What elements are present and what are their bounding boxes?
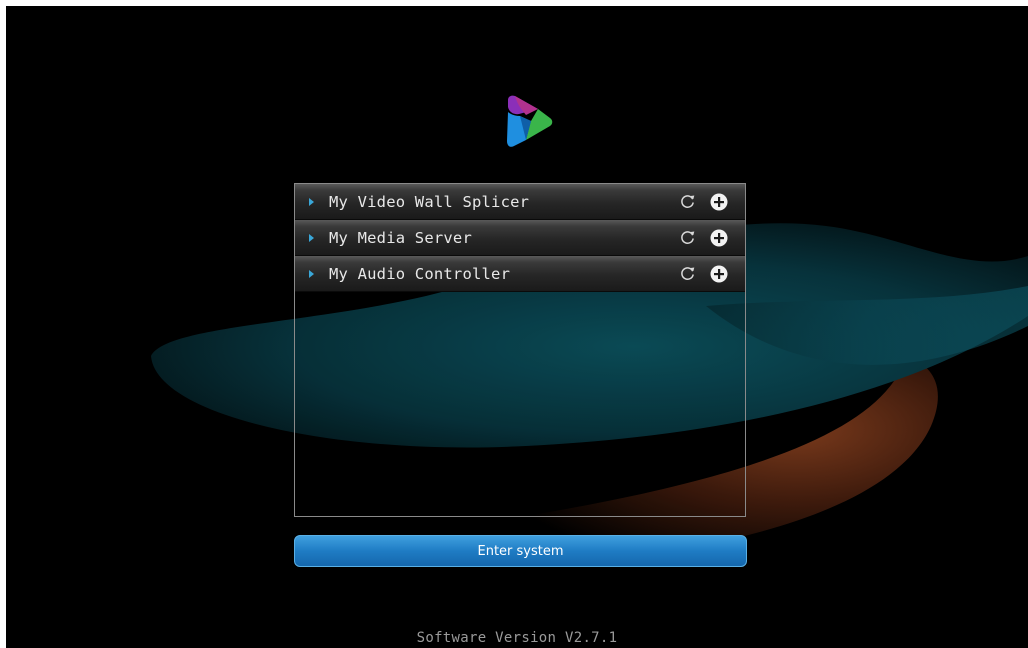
software-version-label: Software Version V2.7.1 <box>416 630 618 646</box>
enter-system-button[interactable]: Enter system <box>294 535 747 567</box>
device-label: My Video Wall Splicer <box>329 192 530 211</box>
expand-arrow-icon[interactable] <box>309 269 314 278</box>
device-row-media-server[interactable]: My Media Server <box>295 220 745 256</box>
refresh-icon[interactable] <box>678 229 696 247</box>
device-row-audio-controller[interactable]: My Audio Controller <box>295 256 745 292</box>
expand-arrow-icon[interactable] <box>309 233 314 242</box>
plus-circle-icon[interactable] <box>710 229 728 247</box>
device-row-video-wall-splicer[interactable]: My Video Wall Splicer <box>295 184 745 220</box>
login-screen: My Video Wall Splicer My Media Server My… <box>6 6 1028 648</box>
refresh-icon[interactable] <box>678 193 696 211</box>
device-list-panel[interactable]: My Video Wall Splicer My Media Server My… <box>294 183 746 517</box>
expand-arrow-icon[interactable] <box>309 197 314 206</box>
device-label: My Media Server <box>329 228 472 247</box>
plus-circle-icon[interactable] <box>710 193 728 211</box>
refresh-icon[interactable] <box>678 265 696 283</box>
plus-circle-icon[interactable] <box>710 265 728 283</box>
device-label: My Audio Controller <box>329 264 511 283</box>
app-logo-icon <box>507 95 553 147</box>
